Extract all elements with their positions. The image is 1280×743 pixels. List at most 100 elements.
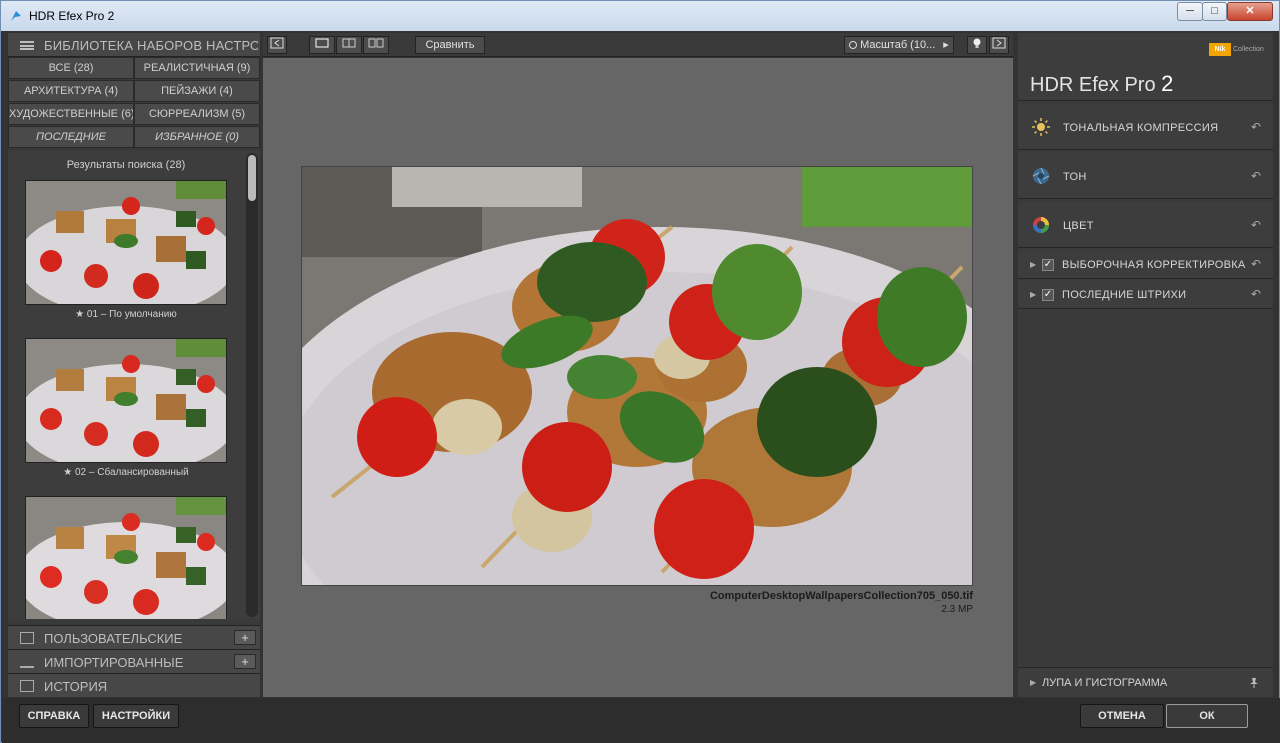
panel-right-icon	[992, 37, 1006, 49]
maximize-button[interactable]: □	[1202, 2, 1227, 21]
pin-icon[interactable]	[1248, 677, 1260, 689]
preset-thumbnail-image	[26, 339, 226, 462]
color-wheel-icon	[1033, 217, 1049, 233]
nik-logo: Nik	[1209, 43, 1231, 56]
collection-label: Collection	[1233, 46, 1264, 53]
window-title: HDR Efex Pro 2	[29, 9, 115, 23]
category-landscapes[interactable]: ПЕЙЗАЖИ (4)	[134, 80, 260, 102]
color-label: ЦВЕТ	[1063, 220, 1094, 232]
cancel-button[interactable]: ОТМЕНА	[1080, 704, 1164, 728]
results-scrollbar[interactable]	[246, 153, 258, 617]
section-tone[interactable]: ТОН ↶	[1018, 153, 1273, 199]
single-view-button[interactable]	[309, 36, 335, 54]
preset-thumbnail-image	[26, 497, 226, 619]
section-color[interactable]: ЦВЕТ ↶	[1018, 202, 1273, 248]
panel-left-icon	[270, 37, 284, 49]
image-size: 2.3 MP	[941, 604, 973, 615]
category-realistic[interactable]: РЕАЛИСТИЧНАЯ (9)	[134, 57, 260, 79]
section-selective-adjustments[interactable]: ▶ ✓ ВЫБОРОЧНАЯ КОРРЕКТИРОВКА ↶	[1018, 251, 1273, 279]
revert-icon[interactable]: ↶	[1251, 218, 1261, 232]
section-finishing-touches[interactable]: ▶ ✓ ПОСЛЕДНИЕ ШТРИХИ ↶	[1018, 281, 1273, 309]
library-title: БИБЛИОТЕКА НАБОРОВ НАСТРОЕК	[44, 38, 258, 53]
brand-header: Nik Collection HDR Efex Pro 2	[1018, 33, 1273, 101]
history-label: ИСТОРИЯ	[44, 679, 108, 694]
preview-photo	[302, 167, 972, 585]
collapse-left-panel-button[interactable]	[267, 36, 287, 54]
category-all[interactable]: ВСЕ (28)	[8, 57, 134, 79]
preset-library-panel: БИБЛИОТЕКА НАБОРОВ НАСТРОЕК ВСЕ (28) РЕА…	[8, 33, 260, 697]
menu-icon	[20, 41, 34, 50]
library-header[interactable]: БИБЛИОТЕКА НАБОРОВ НАСТРОЕК	[8, 33, 260, 57]
loupe-histogram-label: ЛУПА И ГИСТОГРАММА	[1042, 677, 1168, 689]
product-name: HDR Efex Pro 2	[1030, 71, 1173, 97]
section-history[interactable]: ИСТОРИЯ	[8, 673, 260, 697]
finishing-touches-label: ПОСЛЕДНИЕ ШТРИХИ	[1062, 289, 1187, 301]
expand-arrow-icon[interactable]: ▶	[1030, 290, 1036, 299]
sun-icon	[1032, 118, 1050, 136]
finishing-touches-checkbox[interactable]: ✓	[1042, 289, 1054, 301]
split-view-button[interactable]	[336, 36, 362, 54]
expand-arrow-icon[interactable]: ▶	[1030, 678, 1036, 687]
revert-icon[interactable]: ↶	[1251, 120, 1261, 134]
preset-thumbnail-image	[26, 181, 226, 304]
minimize-button[interactable]: ─	[1177, 2, 1203, 21]
section-loupe-histogram[interactable]: ▶ ЛУПА И ГИСТОГРАММА	[1018, 667, 1273, 697]
tone-label: ТОН	[1063, 171, 1087, 183]
background-toggle-button[interactable]	[967, 36, 987, 54]
section-tone-compression[interactable]: ТОНАЛЬНАЯ КОМПРЕССИЯ ↶	[1018, 104, 1273, 150]
revert-icon[interactable]: ↶	[1251, 257, 1261, 271]
preset-thumbnail[interactable]	[25, 496, 227, 619]
preview-canvas[interactable]: ComputerDesktopWallpapersCollection705_0…	[263, 58, 1013, 697]
ok-button[interactable]: ОК	[1166, 704, 1248, 728]
light-bulb-icon	[973, 38, 981, 48]
split-view-icon	[342, 38, 356, 48]
close-button[interactable]: ✕	[1227, 2, 1273, 21]
aperture-icon	[1032, 167, 1050, 185]
section-user-presets[interactable]: ПОЛЬЗОВАТЕЛЬСКИЕ +	[8, 625, 260, 649]
history-icon	[20, 680, 34, 692]
revert-icon[interactable]: ↶	[1251, 287, 1261, 301]
scrollbar-thumb[interactable]	[248, 155, 256, 201]
app-window: HDR Efex Pro 2 ─ □ ✕ БИБЛИОТЕКА НАБОРОВ …	[0, 0, 1280, 743]
preset-thumbnail[interactable]	[25, 338, 227, 463]
view-toolbar: Сравнить Масштаб (10... ▸	[263, 33, 1013, 57]
zoom-arrow-button[interactable]: ▸	[939, 36, 954, 54]
expand-arrow-icon[interactable]: ▶	[1030, 260, 1036, 269]
single-view-icon	[315, 38, 329, 48]
title-bar: HDR Efex Pro 2 ─ □ ✕	[1, 1, 1279, 31]
side-by-side-icon	[368, 38, 384, 48]
selective-adjustments-label: ВЫБОРОЧНАЯ КОРРЕКТИРОВКА	[1062, 259, 1246, 271]
side-by-side-view-button[interactable]	[363, 36, 389, 54]
category-architecture[interactable]: АРХИТЕКТУРА (4)	[8, 80, 134, 102]
preset-thumbnail[interactable]	[25, 180, 227, 305]
add-user-preset-button[interactable]: +	[234, 630, 256, 645]
revert-icon[interactable]: ↶	[1251, 169, 1261, 183]
import-icon	[20, 656, 34, 668]
category-artistic[interactable]: ХУДОЖЕСТВЕННЫЕ (6)	[8, 103, 134, 125]
results-title: Результаты поиска (28)	[66, 159, 186, 171]
zoom-dropdown[interactable]: Масштаб (10...	[844, 36, 954, 54]
bottom-bar: СПРАВКА НАСТРОЙКИ ОТМЕНА ОК	[2, 698, 1280, 743]
category-recent[interactable]: ПОСЛЕДНИЕ	[8, 126, 134, 148]
image-filename: ComputerDesktopWallpapersCollection705_0…	[709, 590, 973, 602]
app-icon	[11, 11, 21, 21]
section-imported-presets[interactable]: ИМПОРТИРОВАННЫЕ +	[8, 649, 260, 673]
category-surrealism[interactable]: СЮРРЕАЛИЗМ (5)	[134, 103, 260, 125]
help-button[interactable]: СПРАВКА	[19, 704, 89, 728]
selective-adjustments-checkbox[interactable]: ✓	[1042, 259, 1054, 271]
product-title: HDR Efex Pro	[1030, 74, 1156, 96]
search-icon	[849, 41, 857, 49]
imported-presets-label: ИМПОРТИРОВАННЫЕ	[44, 655, 184, 670]
adjustments-panel: Nik Collection HDR Efex Pro 2 ТОНАЛЬНАЯ …	[1018, 33, 1273, 697]
category-favorites[interactable]: ИЗБРАННОЕ (0)	[134, 126, 260, 148]
add-imported-preset-button[interactable]: +	[234, 654, 256, 669]
settings-button[interactable]: НАСТРОЙКИ	[93, 704, 179, 728]
zoom-value: Масштаб (10...	[860, 39, 936, 51]
preview-image[interactable]	[301, 166, 973, 586]
user-presets-label: ПОЛЬЗОВАТЕЛЬСКИЕ	[44, 631, 183, 646]
preset-label: ★ 01 – По умолчанию	[75, 309, 177, 320]
compare-button[interactable]: Сравнить	[415, 36, 485, 54]
tone-compression-label: ТОНАЛЬНАЯ КОМПРЕССИЯ	[1063, 122, 1219, 134]
search-results: Результаты поиска (28) ★ 01 – По умолчан…	[8, 151, 260, 619]
collapse-right-panel-button[interactable]	[989, 36, 1009, 54]
